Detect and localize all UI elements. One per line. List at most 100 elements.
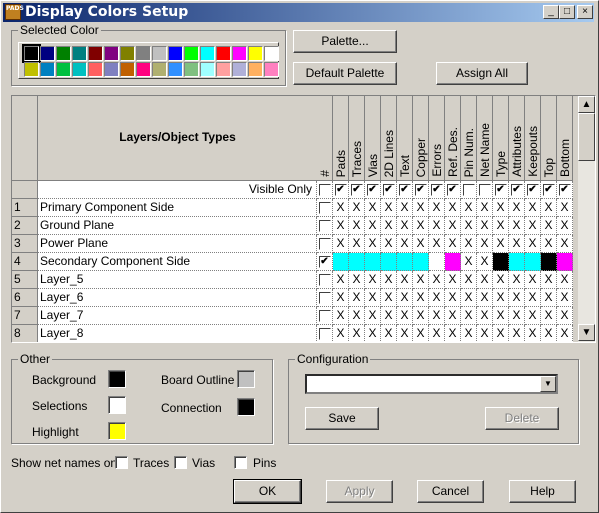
- vias-checkbox[interactable]: [174, 456, 187, 469]
- close-button[interactable]: ×: [577, 5, 593, 19]
- color-cell[interactable]: X: [493, 307, 509, 325]
- color-cell[interactable]: X: [397, 289, 413, 307]
- visible-checkbox[interactable]: ✔: [350, 183, 363, 196]
- color-cell[interactable]: X: [525, 325, 541, 342]
- layer-enable-checkbox[interactable]: [318, 291, 331, 304]
- color-cell[interactable]: X: [525, 271, 541, 289]
- scroll-up-button[interactable]: ▲: [578, 96, 595, 113]
- color-cell[interactable]: X: [381, 199, 397, 217]
- color-cell[interactable]: X: [493, 199, 509, 217]
- highlight-color-box[interactable]: [108, 422, 126, 440]
- color-cell[interactable]: X: [557, 199, 573, 217]
- column-header-pin-num-[interactable]: Pin Num.: [461, 96, 477, 181]
- color-cell[interactable]: [541, 253, 557, 271]
- color-swatch[interactable]: [40, 62, 55, 77]
- layer-name[interactable]: Secondary Component Side: [38, 253, 317, 271]
- color-cell[interactable]: X: [397, 307, 413, 325]
- color-cell[interactable]: X: [445, 199, 461, 217]
- scroll-down-button[interactable]: ▼: [578, 324, 595, 341]
- color-cell[interactable]: X: [413, 235, 429, 253]
- color-cell[interactable]: X: [429, 217, 445, 235]
- color-cell[interactable]: X: [461, 307, 477, 325]
- color-cell[interactable]: [509, 253, 525, 271]
- color-cell[interactable]: X: [509, 307, 525, 325]
- color-cell[interactable]: X: [541, 325, 557, 342]
- color-cell[interactable]: X: [525, 289, 541, 307]
- color-swatch[interactable]: [22, 44, 41, 63]
- color-cell[interactable]: X: [365, 217, 381, 235]
- color-cell[interactable]: X: [333, 271, 349, 289]
- color-cell[interactable]: X: [429, 271, 445, 289]
- color-cell[interactable]: X: [333, 289, 349, 307]
- color-swatch[interactable]: [200, 62, 215, 77]
- color-swatch[interactable]: [264, 46, 279, 61]
- color-cell[interactable]: X: [541, 235, 557, 253]
- color-cell[interactable]: X: [397, 235, 413, 253]
- layer-name[interactable]: Ground Plane: [38, 217, 317, 235]
- color-cell[interactable]: X: [333, 325, 349, 342]
- color-cell[interactable]: X: [349, 289, 365, 307]
- configuration-select[interactable]: ▼: [305, 374, 558, 394]
- color-cell[interactable]: X: [365, 271, 381, 289]
- color-cell[interactable]: X: [541, 307, 557, 325]
- visible-checkbox[interactable]: ✔: [526, 183, 539, 196]
- layer-enable-checkbox[interactable]: [318, 201, 331, 214]
- color-cell[interactable]: X: [365, 325, 381, 342]
- visible-checkbox[interactable]: ✔: [542, 183, 555, 196]
- color-cell[interactable]: X: [349, 325, 365, 342]
- color-cell[interactable]: X: [381, 235, 397, 253]
- color-cell[interactable]: X: [557, 235, 573, 253]
- column-header-2d-lines[interactable]: 2D Lines: [381, 96, 397, 181]
- color-cell[interactable]: X: [525, 217, 541, 235]
- layer-name[interactable]: Layer_8: [38, 325, 317, 342]
- color-cell[interactable]: X: [477, 271, 493, 289]
- color-cell[interactable]: X: [381, 325, 397, 342]
- color-cell[interactable]: X: [413, 325, 429, 342]
- column-header-bottom[interactable]: Bottom: [557, 96, 573, 181]
- color-cell[interactable]: X: [413, 271, 429, 289]
- column-header-ref-des-[interactable]: Ref. Des.: [445, 96, 461, 181]
- visible-checkbox[interactable]: [462, 183, 475, 196]
- color-cell[interactable]: [525, 253, 541, 271]
- color-cell[interactable]: X: [461, 235, 477, 253]
- color-cell[interactable]: X: [541, 199, 557, 217]
- pins-checkbox[interactable]: [234, 456, 247, 469]
- color-swatch[interactable]: [72, 62, 87, 77]
- color-cell[interactable]: X: [461, 271, 477, 289]
- color-cell[interactable]: X: [365, 235, 381, 253]
- apply-button[interactable]: Apply: [326, 480, 393, 503]
- background-color-box[interactable]: [108, 370, 126, 388]
- visible-checkbox[interactable]: ✔: [382, 183, 395, 196]
- color-cell[interactable]: X: [557, 289, 573, 307]
- board-outline-color-box[interactable]: [237, 370, 255, 388]
- color-cell[interactable]: X: [477, 289, 493, 307]
- color-cell[interactable]: X: [477, 217, 493, 235]
- color-swatch[interactable]: [168, 46, 183, 61]
- color-cell[interactable]: X: [461, 199, 477, 217]
- color-swatch[interactable]: [120, 62, 135, 77]
- color-cell[interactable]: X: [333, 199, 349, 217]
- color-cell[interactable]: X: [413, 289, 429, 307]
- color-swatch[interactable]: [184, 46, 199, 61]
- layer-enable-checkbox[interactable]: [318, 327, 331, 340]
- color-cell[interactable]: X: [509, 271, 525, 289]
- color-cell[interactable]: X: [493, 235, 509, 253]
- color-cell[interactable]: X: [525, 235, 541, 253]
- color-cell[interactable]: X: [461, 289, 477, 307]
- color-swatch[interactable]: [120, 46, 135, 61]
- layer-name[interactable]: Primary Component Side: [38, 199, 317, 217]
- color-swatch[interactable]: [248, 46, 263, 61]
- color-cell[interactable]: X: [477, 199, 493, 217]
- color-cell[interactable]: X: [509, 289, 525, 307]
- color-cell[interactable]: X: [333, 307, 349, 325]
- color-cell[interactable]: X: [493, 325, 509, 342]
- color-cell[interactable]: X: [461, 325, 477, 342]
- color-cell[interactable]: X: [413, 199, 429, 217]
- color-cell[interactable]: [397, 253, 413, 271]
- color-cell[interactable]: X: [509, 235, 525, 253]
- color-cell[interactable]: X: [429, 289, 445, 307]
- visible-checkbox[interactable]: ✔: [430, 183, 443, 196]
- help-button[interactable]: Help: [509, 480, 576, 503]
- color-swatch[interactable]: [104, 46, 119, 61]
- color-cell[interactable]: X: [525, 307, 541, 325]
